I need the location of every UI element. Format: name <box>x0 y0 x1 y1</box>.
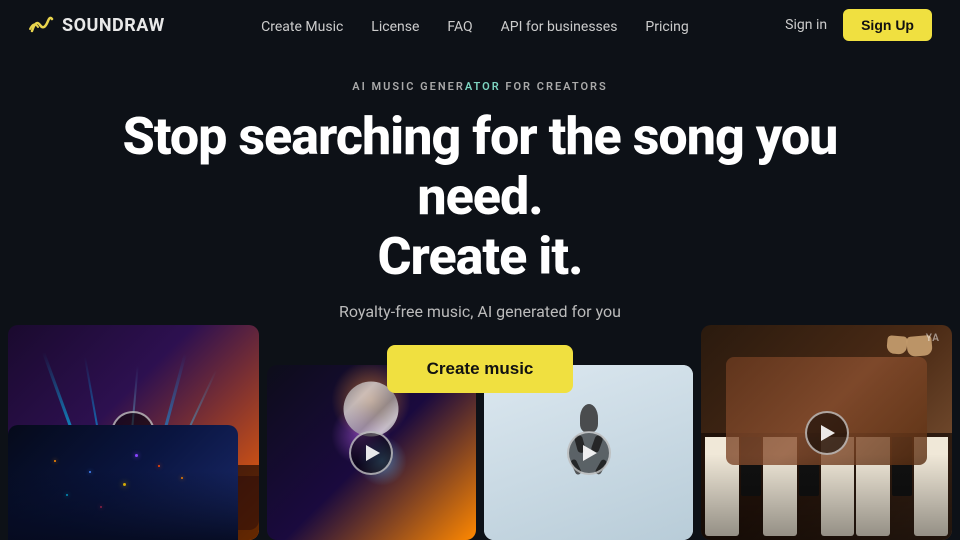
logo-link[interactable]: SOUNDRAW <box>28 11 165 39</box>
grid-item-city <box>8 425 238 540</box>
nav-item-create-music[interactable]: Create Music <box>261 19 343 35</box>
play-button-jumper[interactable] <box>567 431 611 475</box>
nav-actions: Sign in Sign Up <box>785 9 932 41</box>
logo-text: SOUNDRAW <box>62 15 165 36</box>
nav-links: Create Music License FAQ API for busines… <box>261 16 689 35</box>
nav-item-api[interactable]: API for businesses <box>501 19 618 35</box>
logo-icon <box>28 11 56 39</box>
hero-section: AI MUSIC GENERATOR FOR CREATORS Stop sea… <box>0 50 960 403</box>
play-button-dancer[interactable] <box>349 431 393 475</box>
nav-item-faq[interactable]: FAQ <box>447 19 472 35</box>
hero-title: Stop searching for the song you need. Cr… <box>100 107 860 286</box>
hero-subtitle: Royalty-free music, AI generated for you <box>20 302 940 321</box>
signup-button[interactable]: Sign Up <box>843 9 932 41</box>
nav-item-license[interactable]: License <box>371 19 419 35</box>
piano-overlay <box>701 454 952 540</box>
signin-link[interactable]: Sign in <box>785 17 827 33</box>
play-button-piano[interactable] <box>805 411 849 455</box>
city-lights-overlay <box>8 425 238 540</box>
navbar: SOUNDRAW Create Music License FAQ API fo… <box>0 0 960 50</box>
ai-badge: AI MUSIC GENERATOR FOR CREATORS <box>20 80 940 93</box>
nav-item-pricing[interactable]: Pricing <box>645 19 688 35</box>
create-music-button[interactable]: Create music <box>387 345 574 393</box>
